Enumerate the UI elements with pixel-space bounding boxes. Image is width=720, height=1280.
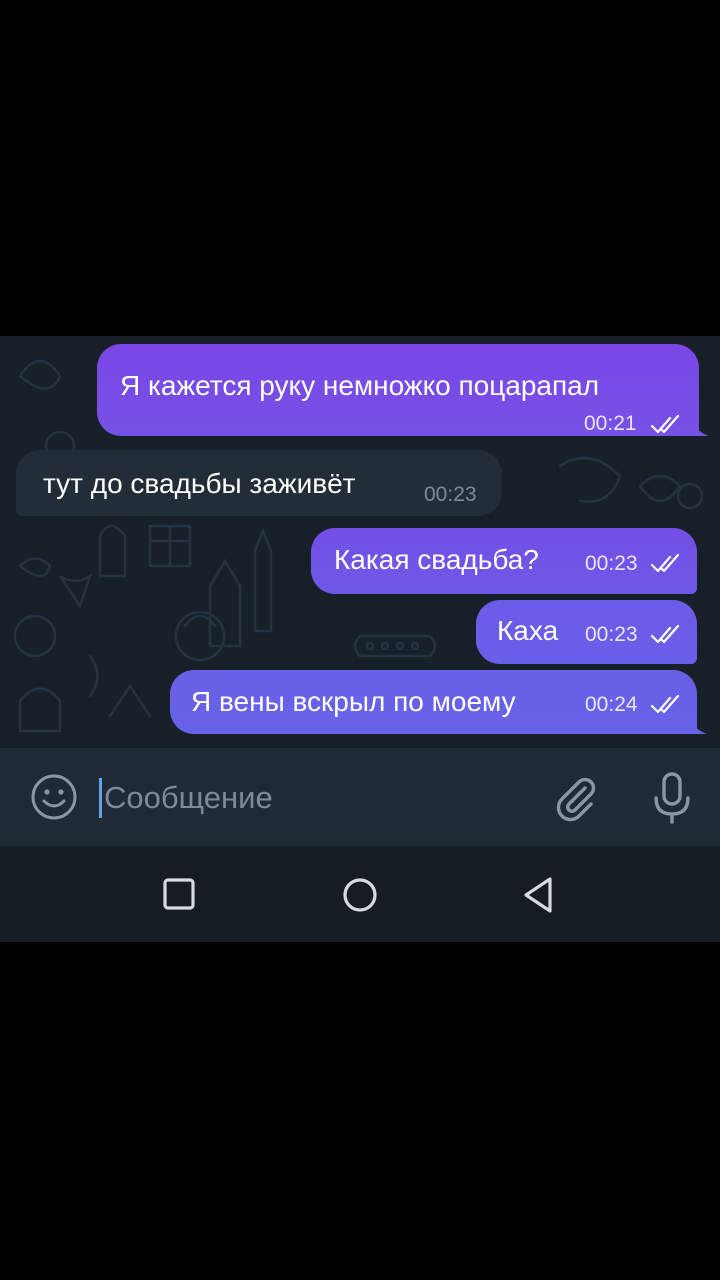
circle-icon[interactable]	[340, 875, 380, 915]
read-check-icon	[650, 554, 680, 573]
message-outgoing[interactable]: Каха 00:23	[476, 600, 697, 664]
smile-icon[interactable]	[29, 772, 79, 822]
message-text: Каха	[497, 615, 559, 646]
message-time: 00:23	[585, 623, 638, 646]
system-navigation-bar	[0, 846, 720, 942]
message-outgoing[interactable]: Я кажется руку немножко поцарапал 00:21	[97, 344, 699, 436]
message-text: Какая свадьба?	[334, 544, 539, 575]
message-time: 00:21	[584, 412, 637, 435]
message-text: Я вены вскрыл по моему	[191, 686, 516, 717]
message-time: 00:23	[424, 483, 477, 506]
text-cursor	[99, 778, 102, 818]
chat-area[interactable]: Я кажется руку немножко поцарапал 00:21 …	[0, 336, 720, 748]
microphone-icon[interactable]	[648, 770, 696, 826]
message-outgoing[interactable]: Какая свадьба? 00:23	[311, 528, 697, 594]
message-time: 00:24	[585, 693, 638, 716]
message-input[interactable]: Сообщение	[104, 778, 273, 818]
bubble-tail	[691, 720, 707, 734]
message-text: Я кажется руку немножко поцарапал	[120, 370, 600, 401]
triangle-back-icon[interactable]	[520, 875, 556, 915]
message-time: 00:23	[585, 552, 638, 575]
bubble-tail	[693, 422, 709, 436]
message-incoming[interactable]: тут до свадьбы заживёт 00:23	[16, 450, 502, 516]
paperclip-icon[interactable]	[551, 774, 599, 822]
read-check-icon	[650, 695, 680, 714]
read-check-icon	[650, 625, 680, 644]
message-outgoing[interactable]: Я вены вскрыл по моему 00:24	[170, 670, 697, 734]
square-icon[interactable]	[162, 877, 198, 913]
read-check-icon	[650, 415, 680, 434]
message-composer: Сообщение	[0, 748, 720, 846]
message-text: тут до свадьбы заживёт	[43, 468, 356, 499]
